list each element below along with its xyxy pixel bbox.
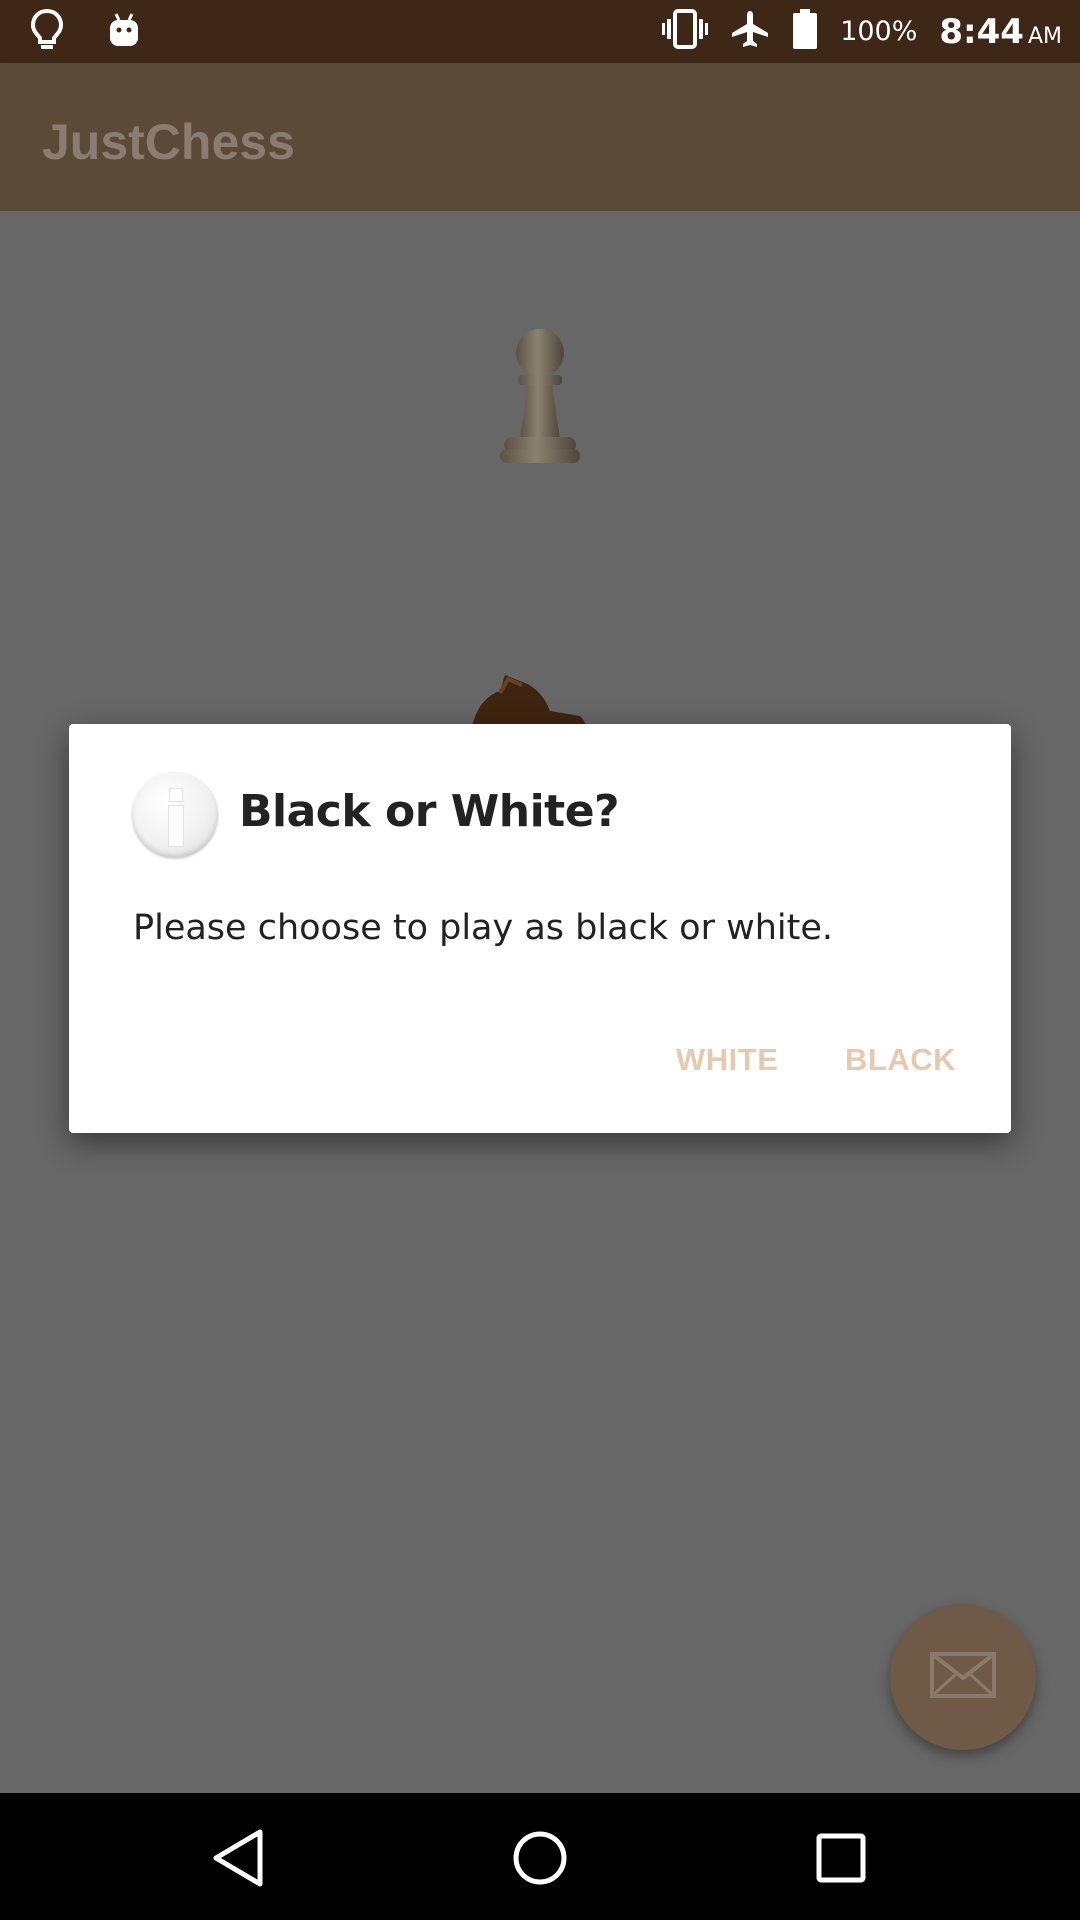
dialog-title: Black or White?	[239, 786, 620, 837]
dialog-message: Please choose to play as black or white.	[133, 908, 834, 948]
mail-icon	[930, 1651, 996, 1703]
black-button[interactable]: BLACK	[845, 1042, 956, 1078]
battery-icon	[792, 9, 818, 54]
lightbulb-icon	[30, 8, 64, 57]
recents-icon[interactable]	[806, 1823, 876, 1893]
home-icon[interactable]	[505, 1823, 575, 1893]
white-button[interactable]: WHITE	[676, 1042, 778, 1078]
airplane-icon	[730, 9, 770, 54]
navigation-bar	[0, 1793, 1080, 1920]
info-icon	[132, 772, 218, 858]
mail-fab-button[interactable]	[890, 1604, 1036, 1750]
white-pawn-image[interactable]	[490, 321, 590, 476]
back-icon[interactable]	[203, 1823, 273, 1893]
app-bar: JustChess	[0, 63, 1080, 211]
clock: 8:44 AM	[939, 12, 1062, 52]
vibrate-icon	[662, 9, 709, 54]
android-icon	[108, 12, 140, 53]
color-choice-dialog: Black or White? Please choose to play as…	[69, 724, 1011, 1133]
clock-ampm: AM	[1027, 23, 1062, 49]
clock-time: 8:44	[939, 11, 1024, 52]
status-bar: 100% 8:44 AM	[0, 0, 1080, 63]
battery-percent: 100%	[840, 16, 918, 47]
app-title: JustChess	[42, 114, 295, 170]
